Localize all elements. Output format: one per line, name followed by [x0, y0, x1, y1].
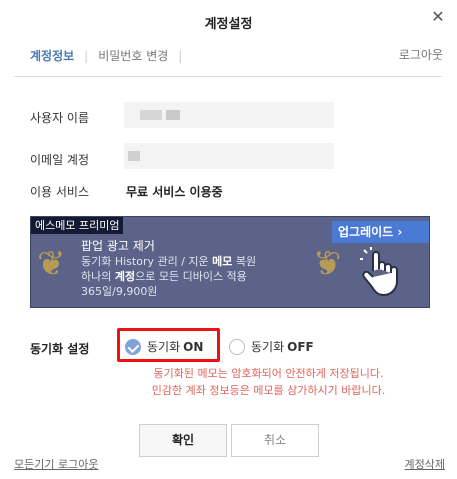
sync-off-text: 동기화 [251, 340, 285, 354]
email-label: 이메일 계정 [30, 153, 90, 167]
confirm-button[interactable]: 확인 [139, 424, 227, 457]
username-value-redacted [124, 102, 334, 128]
dialog-title: 계정설정 [204, 17, 253, 32]
premium-tag: 에스메모 프리미엄 [31, 217, 124, 234]
tab-account-info[interactable]: 계정정보 [30, 47, 74, 64]
banner-line-price: 365일/9,900원 [81, 285, 158, 298]
laurel-right-icon: ❦ [313, 244, 342, 284]
banner-line-history: 동기화 History 관리 / 지운 메모 복원 [81, 255, 257, 268]
sync-warning-encrypted: 동기화된 메모는 암호화되어 안전하게 저장됩니다. [153, 367, 384, 380]
cancel-button[interactable]: 취소 [231, 424, 319, 457]
tab-bar: 계정정보 | 비밀번호 변경 | [30, 47, 192, 64]
sync-off-radio[interactable] [229, 338, 245, 355]
premium-banner[interactable]: 에스메모 프리미엄 ❦ ❦ 팝업 광고 제거 동기화 History 관리 / … [30, 216, 430, 308]
banner-line-devices: 하나의 계정으로 모든 디바이스 적용 [81, 270, 247, 283]
tab-change-password[interactable]: 비밀번호 변경 [98, 47, 168, 64]
upgrade-button[interactable]: 업그레이드 › [332, 221, 429, 243]
header-divider [14, 76, 442, 77]
sync-warning-sensitive: 민감한 계좌 정보등은 메모를 삼가하시기 바랍니다. [151, 384, 386, 397]
close-icon[interactable]: ✕ [429, 8, 447, 26]
logout-all-devices-link[interactable]: 모든기기 로그아웃 [14, 456, 98, 472]
laurel-left-icon: ❦ [37, 244, 66, 284]
logout-link[interactable]: 로그아웃 [399, 46, 443, 63]
banner-line-ads: 팝업 광고 제거 [81, 239, 155, 253]
service-label: 이용 서비스 [30, 185, 90, 199]
tab-separator: | [84, 48, 89, 63]
sync-off-option[interactable]: 동기화 OFF [229, 338, 314, 355]
sync-settings-label: 동기화 설정 [30, 342, 90, 356]
tab-separator-end: | [178, 48, 183, 63]
pointer-hand-icon [360, 247, 398, 296]
delete-account-link[interactable]: 계정삭제 [405, 456, 445, 472]
service-value: 무료 서비스 이용중 [126, 185, 223, 199]
highlight-box [117, 328, 220, 362]
email-value-redacted [124, 143, 334, 169]
sync-off-state: OFF [287, 339, 314, 354]
username-label: 사용자 이름 [30, 111, 90, 125]
